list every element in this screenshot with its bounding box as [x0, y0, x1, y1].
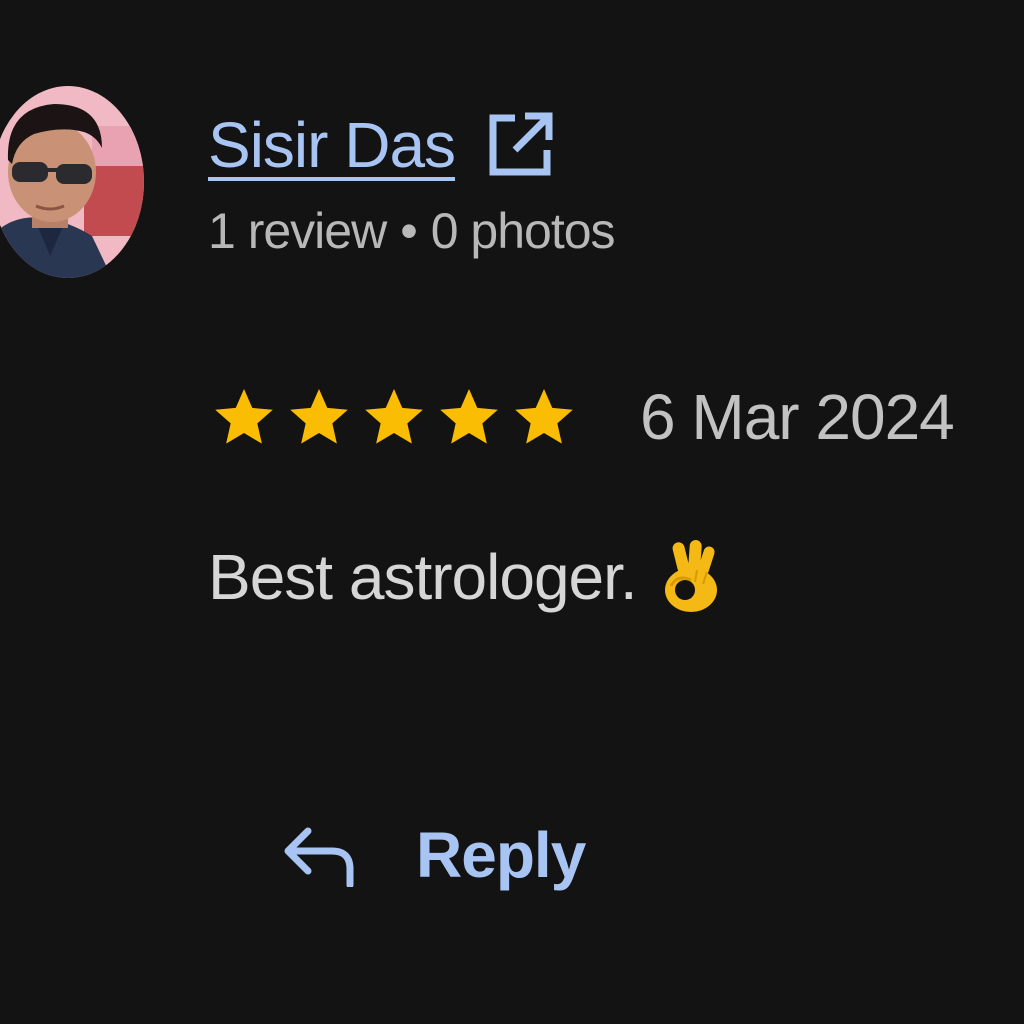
star-icon [440, 389, 498, 444]
reply-arrow-icon [284, 827, 354, 887]
avatar-image [0, 86, 144, 278]
star-icon [365, 389, 423, 444]
reviewer-name-row: Sisir Das [208, 100, 555, 190]
review-body: Best astrologer. [208, 540, 719, 614]
reply-label: Reply [416, 819, 586, 891]
external-link-icon[interactable] [485, 110, 555, 180]
review-count: 1 review [208, 203, 387, 259]
star-rating [212, 385, 576, 449]
rating-row: 6 Mar 2024 [212, 372, 955, 462]
star-icon [215, 389, 273, 444]
reviewer-name-link[interactable]: Sisir Das [208, 113, 456, 177]
review-date: 6 Mar 2024 [640, 381, 955, 453]
meta-separator: • [400, 203, 417, 259]
ok-hand-emoji-icon [664, 540, 717, 612]
reviewer-stats: 1 review • 0 photos [208, 203, 616, 259]
star-icon [515, 389, 573, 444]
review-card: Sisir Das 1 review • 0 photos 6 Mar 2024 B… [0, 0, 1024, 1024]
avatar[interactable] [0, 86, 144, 278]
star-icon [290, 389, 348, 444]
review-text: Best astrologer. [208, 541, 638, 613]
reply-button[interactable]: Reply [280, 810, 586, 900]
photo-count: 0 photos [430, 203, 616, 259]
